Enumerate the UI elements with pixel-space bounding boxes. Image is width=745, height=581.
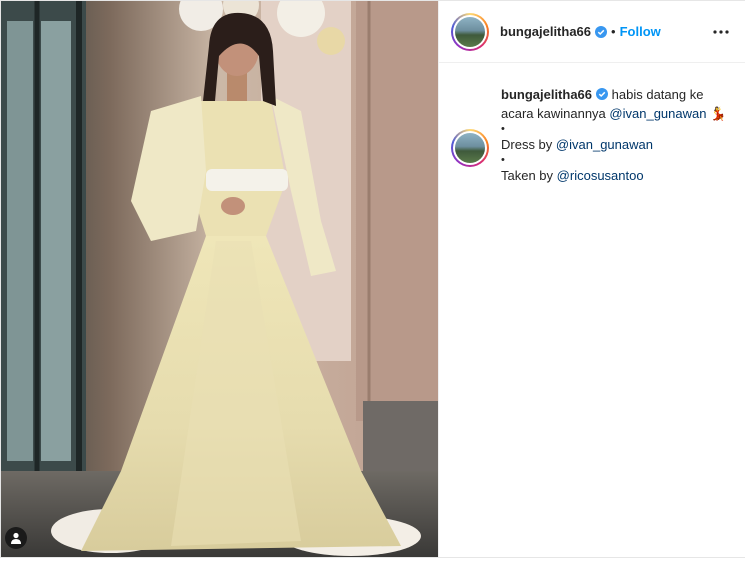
post-caption: bungajelitha66 habis datang ke acara kaw… (439, 63, 745, 185)
verified-badge-icon (595, 25, 608, 38)
user-tag-icon (11, 532, 21, 544)
caption-line-dress: Dress by @ivan_gunawan (501, 135, 731, 154)
taken-prefix: Taken by (501, 168, 554, 183)
header-separator: • (611, 24, 616, 39)
avatar-image (455, 16, 485, 47)
instagram-post: bungajelitha66 • Follow bungajelitha66 h… (0, 0, 745, 558)
caption-avatar-border (453, 131, 487, 165)
header-username[interactable]: bungajelitha66 (500, 24, 591, 39)
post-photo[interactable] (1, 1, 438, 557)
caption-username[interactable]: bungajelitha66 (501, 87, 592, 102)
caption-bullet: • (501, 123, 505, 135)
dancer-emoji: 💃 (710, 106, 727, 121)
more-horizontal-icon (713, 29, 729, 34)
caption-line-taken: Taken by @ricosusantoo (501, 166, 731, 185)
dress-prefix: Dress by (501, 137, 553, 152)
caption-line-1: bungajelitha66 habis datang ke acara kaw… (501, 85, 731, 123)
caption-bullet: • (501, 154, 505, 166)
caption-avatar-image (455, 133, 485, 163)
caption-avatar[interactable] (451, 129, 489, 167)
mention-link[interactable]: @ivan_gunawan (609, 106, 706, 121)
user-tag-button[interactable] (5, 527, 27, 549)
profile-avatar[interactable] (451, 12, 489, 51)
post-image (1, 1, 438, 557)
more-options-button[interactable] (709, 20, 733, 44)
dress-mention-link[interactable]: @ivan_gunawan (556, 137, 653, 152)
follow-button[interactable]: Follow (620, 24, 661, 39)
caption-verified-icon (596, 88, 609, 100)
photographer-mention-link[interactable]: @ricosusantoo (557, 168, 644, 183)
post-header: bungajelitha66 • Follow (439, 1, 745, 63)
post-sidebar: bungajelitha66 • Follow bungajelitha66 h… (438, 1, 745, 557)
avatar-border (453, 14, 487, 49)
